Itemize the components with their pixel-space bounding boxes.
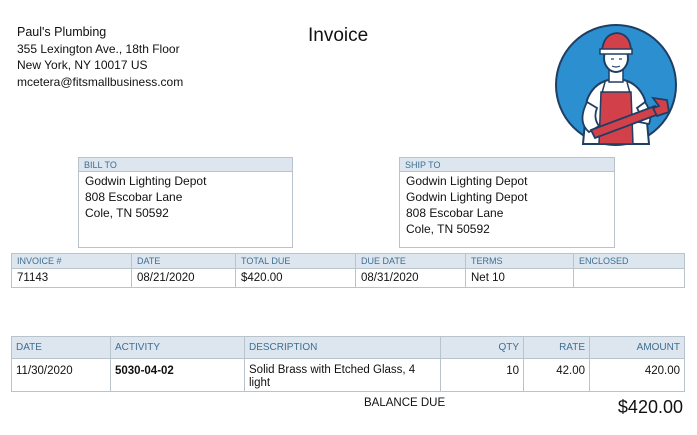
- item-activity-header: ACTIVITY: [110, 336, 245, 359]
- total-due-header: TOTAL DUE: [235, 253, 356, 269]
- enclosed-value[interactable]: [573, 268, 685, 288]
- item-qty-header: QTY: [440, 336, 524, 359]
- company-address-line2: New York, NY 10017 US: [17, 58, 148, 72]
- ship-to-box: SHIP TO Godwin Lighting Depot Godwin Lig…: [399, 157, 615, 248]
- item-date: 11/30/2020: [11, 358, 111, 392]
- enclosed-header: ENCLOSED: [573, 253, 685, 269]
- total-due-value: $420.00: [235, 268, 356, 288]
- item-date-header: DATE: [11, 336, 111, 359]
- ship-to-line: Godwin Lighting Depot: [406, 174, 528, 188]
- item-description: Solid Brass with Etched Glass, 4 light: [244, 358, 441, 392]
- item-amount-header: AMOUNT: [589, 336, 685, 359]
- items-header-row: DATE ACTIVITY DESCRIPTION QTY RATE AMOUN…: [11, 336, 685, 359]
- date-header: DATE: [131, 253, 236, 269]
- bill-to-box: BILL TO Godwin Lighting Depot 808 Escoba…: [78, 157, 293, 248]
- ship-to-line: Godwin Lighting Depot: [406, 190, 528, 204]
- item-rate-header: RATE: [523, 336, 590, 359]
- item-activity: 5030-04-02: [110, 358, 245, 392]
- invoice-date-value: 08/21/2020: [131, 268, 236, 288]
- bill-to-line: Cole, TN 50592: [85, 206, 169, 220]
- line-items-table: DATE ACTIVITY DESCRIPTION QTY RATE AMOUN…: [11, 336, 685, 392]
- bill-to-label: BILL TO: [79, 158, 292, 172]
- meta-header-row: INVOICE # DATE TOTAL DUE DUE DATE TERMS …: [11, 253, 685, 269]
- plumber-with-wrench-logo-icon: [555, 24, 677, 146]
- balance-due-label: BALANCE DUE: [364, 397, 446, 409]
- company-address-line1: 355 Lexington Ave., 18th Floor: [17, 41, 180, 56]
- company-name: Paul's Plumbing: [17, 25, 107, 39]
- ship-to-line: Cole, TN 50592: [406, 222, 490, 236]
- page-title: Invoice: [308, 25, 369, 46]
- terms-header: TERMS: [465, 253, 574, 269]
- bill-to-line: 808 Escobar Lane: [85, 190, 183, 204]
- bill-to-line: Godwin Lighting Depot: [85, 174, 207, 188]
- balance-due-value: $420.00: [617, 397, 683, 417]
- invoice-meta-table: INVOICE # DATE TOTAL DUE DUE DATE TERMS …: [11, 253, 685, 288]
- item-amount: 420.00: [589, 358, 685, 392]
- ship-to-line: 808 Escobar Lane: [406, 206, 504, 220]
- company-block: Paul's Plumbing 355 Lexington Ave., 18th…: [17, 24, 183, 90]
- item-description-header: DESCRIPTION: [244, 336, 441, 359]
- item-rate: 42.00: [523, 358, 590, 392]
- due-date-header: DUE DATE: [355, 253, 466, 269]
- invoice-number-value: 71143: [11, 268, 132, 288]
- terms-value: Net 10: [465, 268, 574, 288]
- meta-value-row: 71143 08/21/2020 $420.00 08/31/2020 Net …: [11, 268, 685, 288]
- invoice-number-header: INVOICE #: [11, 253, 132, 269]
- table-row: 11/30/2020 5030-04-02 Solid Brass with E…: [11, 358, 685, 392]
- due-date-value: 08/31/2020: [355, 268, 466, 288]
- item-qty: 10: [440, 358, 524, 392]
- company-email: mcetera@fitsmallbusiness.com: [17, 74, 184, 89]
- ship-to-label: SHIP TO: [400, 158, 614, 172]
